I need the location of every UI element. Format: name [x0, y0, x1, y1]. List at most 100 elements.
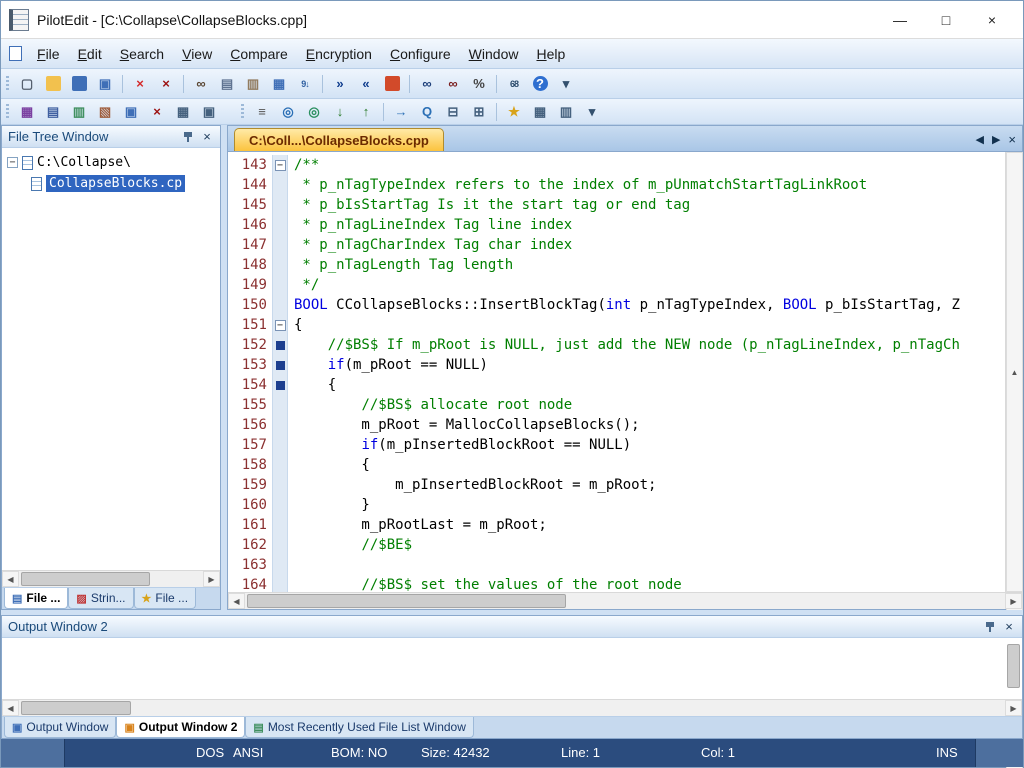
output-content[interactable] [2, 638, 1022, 699]
code-line[interactable]: 155 //$BS$ allocate root node [228, 395, 1005, 415]
code-text[interactable]: m_pInsertedBlockRoot = m_pRoot; [288, 475, 656, 495]
code-text[interactable]: BOOL CCollapseBlocks::InsertBlockTag(int… [288, 295, 960, 315]
sort-button[interactable]: 9↓ [293, 73, 317, 95]
editor-hscrollbar[interactable]: ◀ ▶ [228, 592, 1022, 609]
download-button[interactable]: ↓ [328, 101, 352, 123]
grid-button[interactable]: ▦ [528, 101, 552, 123]
columns-button[interactable]: ▥ [554, 101, 578, 123]
menu-search[interactable]: Search [111, 41, 173, 67]
code-line[interactable]: 153 if(m_pRoot == NULL) [228, 355, 1005, 375]
pin-icon[interactable] [182, 131, 194, 143]
code-text[interactable]: * p_nTagCharIndex Tag char index [288, 235, 572, 255]
code-text[interactable]: m_pRoot = MallocCollapseBlocks(); [288, 415, 640, 435]
menu-edit[interactable]: Edit [69, 41, 111, 67]
close-file-button[interactable]: × [128, 73, 152, 95]
code-text[interactable]: */ [288, 275, 319, 295]
code-line[interactable]: 150BOOL CCollapseBlocks::InsertBlockTag(… [228, 295, 1005, 315]
code-text[interactable]: } [288, 495, 370, 515]
output-window-2-tab[interactable]: ▣Output Window 2 [116, 717, 245, 738]
file-group-tab[interactable]: ★File ... [134, 588, 197, 609]
string-table-tab[interactable]: ▨Strin... [68, 588, 133, 609]
toolbar-grip[interactable] [6, 104, 9, 120]
code-line[interactable]: 161 m_pRootLast = m_pRoot; [228, 515, 1005, 535]
code-line[interactable]: 145 * p_bIsStartTag Is it the start tag … [228, 195, 1005, 215]
tree-file-label[interactable]: CollapseBlocks.cp [46, 175, 185, 192]
close-workspace-button[interactable]: × [145, 101, 169, 123]
next-diff-button[interactable]: » [328, 73, 352, 95]
zoom-button[interactable]: Q [415, 101, 439, 123]
file-group-window-button[interactable]: ▥ [67, 101, 91, 123]
code-line[interactable]: 149 */ [228, 275, 1005, 295]
code-text[interactable]: //$BE$ [288, 535, 412, 555]
code-lines[interactable]: 143−/**144 * p_nTagTypeIndex refers to t… [228, 152, 1005, 592]
menu-encryption[interactable]: Encryption [297, 41, 381, 67]
cascade-windows-button[interactable]: ▣ [197, 101, 221, 123]
code-line[interactable]: 144 * p_nTagTypeIndex refers to the inde… [228, 175, 1005, 195]
code-text[interactable]: * p_nTagTypeIndex refers to the index of… [288, 175, 867, 195]
tab-close-icon[interactable]: × [1008, 132, 1016, 147]
output-hscroll-thumb[interactable] [21, 701, 131, 715]
expand-all-button[interactable]: ⊞ [467, 101, 491, 123]
code-text[interactable]: { [288, 455, 370, 475]
web-button[interactable]: ◎ [302, 101, 326, 123]
open-file-button[interactable] [41, 73, 65, 95]
tree-root-label[interactable]: C:\Collapse\ [37, 155, 131, 170]
code-line[interactable]: 162 //$BE$ [228, 535, 1005, 555]
maximize-button[interactable]: □ [923, 5, 969, 35]
add-bookmark-button[interactable]: ★ [502, 101, 526, 123]
code-line[interactable]: 152 //$BS$ If m_pRoot is NULL, just add … [228, 335, 1005, 355]
code-line[interactable]: 159 m_pInsertedBlockRoot = m_pRoot; [228, 475, 1005, 495]
scroll-left-icon[interactable]: ◀ [2, 700, 19, 716]
hex-mode-button[interactable]: 68 [502, 73, 526, 95]
code-text[interactable]: m_pRootLast = m_pRoot; [288, 515, 547, 535]
tree-root-row[interactable]: − C:\Collapse\ [4, 152, 218, 173]
code-line[interactable]: 158 { [228, 455, 1005, 475]
paste-button[interactable]: ▥ [241, 73, 265, 95]
code-line[interactable]: 151−{ [228, 315, 1005, 335]
script-button[interactable]: ≡ [250, 101, 274, 123]
menu-help[interactable]: Help [527, 41, 574, 67]
close-panel-icon[interactable]: × [200, 129, 214, 144]
code-text[interactable]: //$BS$ set the values of the root node [288, 575, 682, 592]
code-line[interactable]: 147 * p_nTagCharIndex Tag char index [228, 235, 1005, 255]
encryption-button[interactable] [380, 73, 404, 95]
close-button[interactable]: × [969, 5, 1015, 35]
scroll-right-icon[interactable]: ▶ [1005, 593, 1022, 609]
mdi-document-icon[interactable] [9, 46, 22, 61]
expand-collapse-icon[interactable]: − [7, 157, 18, 168]
code-text[interactable] [288, 555, 294, 575]
code-line[interactable]: 143−/** [228, 155, 1005, 175]
prev-diff-button[interactable]: « [354, 73, 378, 95]
minimize-button[interactable]: — [877, 5, 923, 35]
new-file-button[interactable]: ▢ [15, 73, 39, 95]
editor-vscrollbar[interactable]: ▲ ▼ [1005, 152, 1022, 592]
scroll-right-icon[interactable]: ▶ [203, 571, 220, 587]
tree-hscrollbar[interactable]: ◀ ▶ [2, 570, 220, 587]
code-text[interactable]: { [288, 315, 302, 335]
toolbar-grip[interactable] [241, 104, 244, 120]
code-text[interactable]: * p_bIsStartTag Is it the start tag or e… [288, 195, 690, 215]
output-hscrollbar[interactable]: ◀ ▶ [2, 699, 1022, 716]
file-tree-window-button[interactable]: ▦ [15, 101, 39, 123]
close-panel-icon[interactable]: × [1002, 619, 1016, 634]
menu-window[interactable]: Window [460, 41, 528, 67]
code-line[interactable]: 154 { [228, 375, 1005, 395]
goto-line-button[interactable]: → [389, 101, 413, 123]
toolbar2-options-button[interactable]: ▾ [580, 101, 604, 123]
tree-hscroll-thumb[interactable] [21, 572, 150, 586]
output-window-button[interactable]: ▧ [93, 101, 117, 123]
replace-in-files-button[interactable]: ∞ [441, 73, 465, 95]
code-line[interactable]: 163 [228, 555, 1005, 575]
scroll-left-icon[interactable]: ◀ [228, 593, 245, 609]
toolbar-grip[interactable] [6, 76, 9, 92]
mru-file-list-tab[interactable]: ▤Most Recently Used File List Window [245, 717, 473, 738]
copy-button[interactable]: ▤ [215, 73, 239, 95]
code-text[interactable]: //$BS$ If m_pRoot is NULL, just add the … [288, 335, 960, 355]
scroll-right-icon[interactable]: ▶ [1005, 700, 1022, 716]
help-button[interactable]: ? [528, 73, 552, 95]
scroll-up-icon[interactable]: ▲ [1006, 152, 1023, 592]
code-line[interactable]: 164 //$BS$ set the values of the root no… [228, 575, 1005, 592]
find-button[interactable]: ∞ [189, 73, 213, 95]
code-line[interactable]: 146 * p_nTagLineIndex Tag line index [228, 215, 1005, 235]
tile-windows-button[interactable]: ▦ [171, 101, 195, 123]
